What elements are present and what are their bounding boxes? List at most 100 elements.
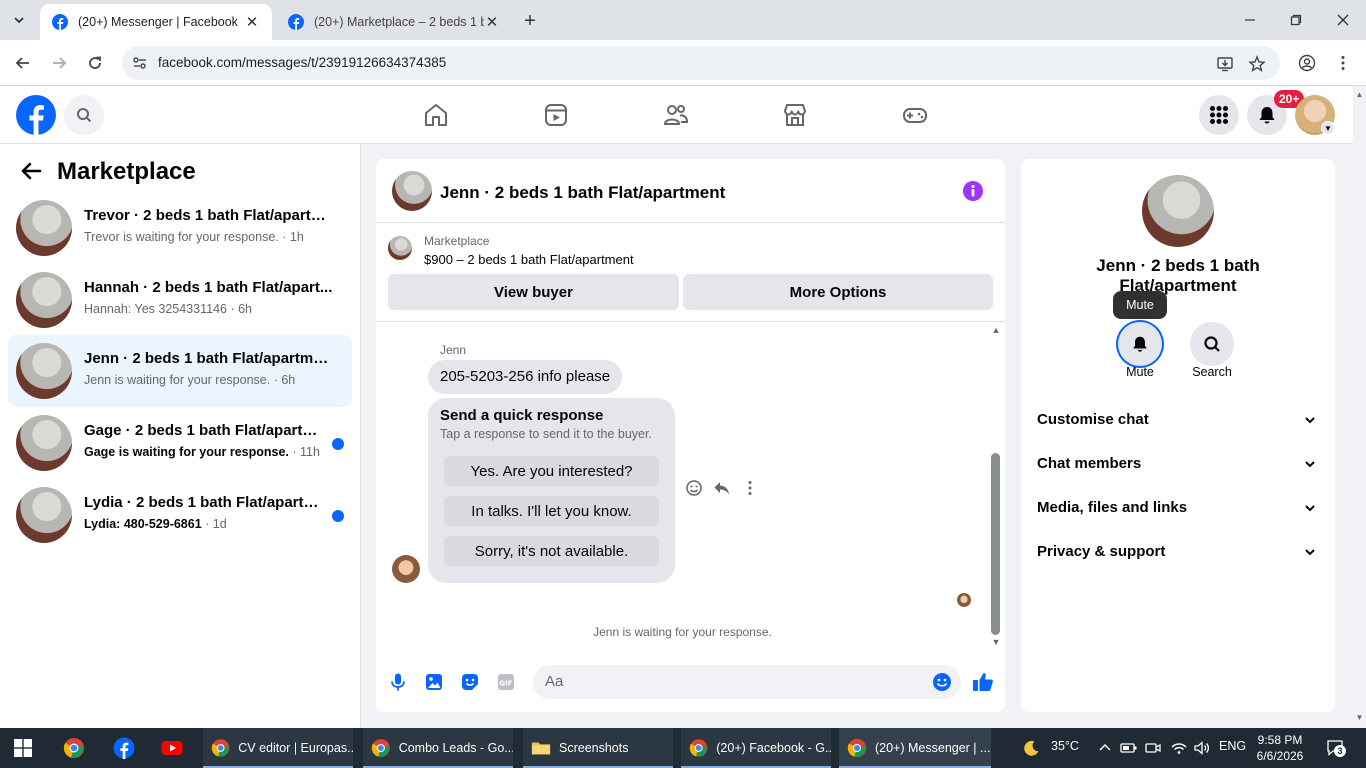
bookmark-star-icon[interactable] <box>1248 55 1266 73</box>
restore-button[interactable] <box>1284 8 1308 32</box>
weather-moon-icon[interactable] <box>1020 739 1042 757</box>
chevron-down-icon[interactable]: ▼ <box>1321 121 1335 135</box>
search-label: Search <box>1192 365 1232 379</box>
tab-search-button[interactable] <box>6 8 32 32</box>
system-clock[interactable]: 9:58 PM 6/6/2026 <box>1248 732 1312 764</box>
close-icon[interactable]: ✕ <box>484 14 500 31</box>
browser-tab-marketplace[interactable]: (20+) Marketplace – 2 beds 1 bath ✕ <box>276 4 512 40</box>
message-input[interactable]: Aa <box>533 665 961 699</box>
search-in-conversation-button[interactable] <box>1190 322 1234 366</box>
arrow-left-icon[interactable] <box>20 160 42 182</box>
react-emoji-icon[interactable] <box>685 479 703 497</box>
avatar[interactable] <box>392 171 432 211</box>
mute-button[interactable] <box>1118 322 1162 366</box>
input-language[interactable]: ENG <box>1219 739 1246 757</box>
unread-indicator <box>332 510 344 522</box>
info-icon[interactable] <box>962 180 984 202</box>
message-bubble[interactable]: 205-5203-256 info please <box>428 360 623 394</box>
quick-response-option[interactable]: Yes. Are you interested? <box>444 456 659 486</box>
windows-start-icon[interactable] <box>14 739 32 757</box>
close-icon[interactable]: ✕ <box>244 14 260 31</box>
conversation-item[interactable]: Hannah · 2 beds 1 bath Flat/apart... Han… <box>8 264 352 336</box>
section-label: Privacy & support <box>1037 543 1166 560</box>
close-window-button[interactable] <box>1331 8 1355 32</box>
gaming-icon[interactable] <box>902 102 928 128</box>
avatar[interactable] <box>392 555 420 583</box>
conversation-item[interactable]: Gage · 2 beds 1 bath Flat/apartm... Gage… <box>8 407 352 479</box>
quick-response-option[interactable]: In talks. I'll let you know. <box>444 496 659 526</box>
browser-tab-bar: (20+) Messenger | Facebook ✕ (20+) Marke… <box>0 0 1366 40</box>
taskbar-app-label: Screenshots <box>559 741 629 755</box>
browser-toolbar: facebook.com/messages/t/2391912663437438… <box>0 40 1366 86</box>
notification-center-button[interactable]: 3 <box>1326 738 1346 758</box>
facebook-search-button[interactable] <box>64 95 104 135</box>
profile-button[interactable] <box>1295 51 1319 75</box>
minimize-button[interactable] <box>1238 8 1262 32</box>
emoji-icon[interactable] <box>932 672 952 692</box>
clock-date: 6/6/2026 <box>1256 749 1304 763</box>
clock-time: 9:58 PM <box>1257 733 1303 747</box>
facebook-icon[interactable] <box>113 737 135 759</box>
search-icon <box>1204 336 1220 352</box>
sticker-icon[interactable] <box>460 672 480 692</box>
more-vertical-icon[interactable] <box>741 479 759 497</box>
browser-tab-messenger[interactable]: (20+) Messenger | Facebook ✕ <box>40 4 272 40</box>
taskbar-app-combo-leads[interactable]: Combo Leads - Go... <box>363 728 513 768</box>
gif-icon[interactable]: GIF <box>496 672 516 692</box>
url-text: facebook.com/messages/t/2391912663437438… <box>158 55 447 70</box>
section-privacy-support[interactable]: Privacy & support <box>1021 532 1335 572</box>
chevron-up-icon[interactable] <box>1098 739 1112 757</box>
new-tab-button[interactable]: + <box>518 9 542 33</box>
arrow-right-icon <box>53 57 67 69</box>
windows-taskbar: CV editor | Europas... Combo Leads - Go.… <box>0 728 1366 768</box>
conversation-name: Hannah · 2 beds 1 bath Flat/apart... <box>84 279 333 296</box>
scroll-down-arrow[interactable]: ▼ <box>991 637 1001 647</box>
address-bar[interactable]: facebook.com/messages/t/2391912663437438… <box>122 46 1280 80</box>
scrollbar-thumb[interactable] <box>991 453 1000 635</box>
section-media-files-links[interactable]: Media, files and links <box>1021 488 1335 528</box>
reply-icon[interactable] <box>713 479 731 497</box>
facebook-logo-icon[interactable] <box>16 95 56 135</box>
scroll-up-arrow[interactable]: ▲ <box>1355 90 1364 99</box>
taskbar-app-messenger[interactable]: (20+) Messenger | ... <box>839 728 991 768</box>
reload-button[interactable] <box>83 51 107 75</box>
avatar[interactable] <box>1142 175 1214 247</box>
conversation-item-selected[interactable]: Jenn · 2 beds 1 bath Flat/apartment Jenn… <box>8 335 352 407</box>
photo-icon[interactable] <box>424 672 444 692</box>
browser-menu-button[interactable] <box>1331 51 1355 75</box>
waiting-status: Jenn is waiting for your response. <box>593 625 772 639</box>
quick-response-option[interactable]: Sorry, it's not available. <box>444 536 659 566</box>
battery-icon[interactable] <box>1120 739 1138 757</box>
taskbar-app-label: Combo Leads - Go... <box>398 741 513 755</box>
meet-now-icon[interactable] <box>1145 739 1161 757</box>
menu-button[interactable] <box>1199 95 1239 135</box>
chat-title[interactable]: Jenn · 2 beds 1 bath Flat/apartment <box>440 183 725 203</box>
view-buyer-button[interactable]: View buyer <box>388 274 679 310</box>
marketplace-icon[interactable] <box>782 102 808 128</box>
back-button[interactable] <box>11 51 35 75</box>
more-options-button[interactable]: More Options <box>683 274 993 310</box>
home-icon[interactable] <box>423 102 449 128</box>
youtube-icon[interactable] <box>161 737 183 759</box>
microphone-icon[interactable] <box>388 672 408 692</box>
page-scrollbar[interactable]: ▲ ▼ <box>1353 86 1366 728</box>
section-chat-members[interactable]: Chat members <box>1021 444 1335 484</box>
wifi-icon[interactable] <box>1170 739 1188 757</box>
chrome-icon[interactable] <box>63 737 85 759</box>
volume-icon[interactable] <box>1193 739 1211 757</box>
taskbar-app-screenshots[interactable]: Screenshots <box>523 728 673 768</box>
scroll-up-arrow[interactable]: ▲ <box>991 325 1001 335</box>
forward-button[interactable] <box>47 51 71 75</box>
friends-icon[interactable] <box>663 102 689 128</box>
taskbar-app-facebook[interactable]: (20+) Facebook - G... <box>681 728 831 768</box>
weather-temperature[interactable]: 35°C <box>1051 739 1079 757</box>
install-app-icon[interactable] <box>1216 55 1234 73</box>
scroll-down-arrow[interactable]: ▼ <box>1355 713 1364 722</box>
thumbs-up-icon[interactable] <box>971 670 995 694</box>
taskbar-app-cv-editor[interactable]: CV editor | Europas... <box>203 728 353 768</box>
section-customise-chat[interactable]: Customise chat <box>1021 400 1335 440</box>
conversation-item[interactable]: Trevor · 2 beds 1 bath Flat/apartm... Tr… <box>8 192 352 264</box>
conversation-item[interactable]: Lydia · 2 beds 1 bath Flat/apartm... Lyd… <box>8 479 352 551</box>
video-icon[interactable] <box>543 102 569 128</box>
site-settings-icon[interactable] <box>132 55 148 71</box>
